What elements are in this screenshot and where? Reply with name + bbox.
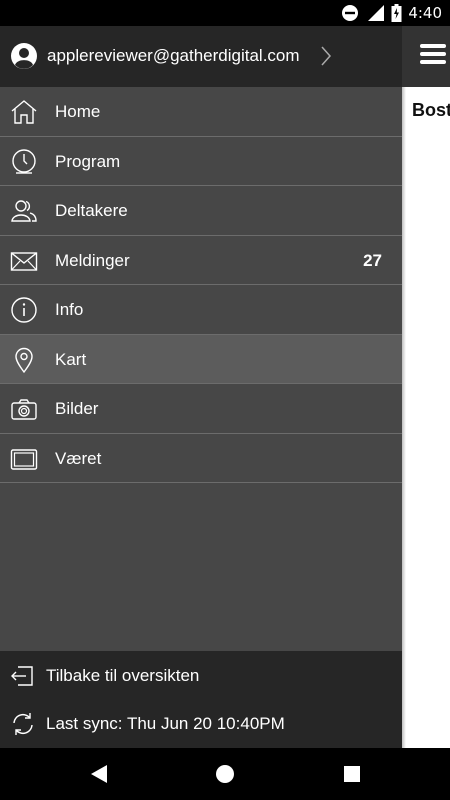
home-button-icon[interactable]: [213, 762, 237, 786]
sync-icon: [13, 713, 33, 735]
status-icons: 4:40: [341, 0, 442, 26]
menu-item-deltakere[interactable]: Deltakere: [0, 186, 402, 236]
drawer-menu: Home Program Deltakere Meldinger 27 Info…: [0, 87, 402, 483]
do-not-disturb-icon: [342, 5, 359, 21]
signal-icon: [368, 5, 385, 21]
menu-item-label: Program: [55, 151, 121, 171]
account-email: applereviewer@gatherdigital.com: [47, 46, 300, 65]
drawer-shadow: [402, 87, 406, 748]
menu-item-kart[interactable]: Kart: [0, 334, 402, 384]
menu-item-label: Været: [55, 448, 102, 468]
system-navigation-bar: [0, 748, 450, 800]
user-avatar-icon: [11, 43, 37, 69]
menu-item-label: Deltakere: [55, 201, 128, 220]
menu-item-info[interactable]: Info: [0, 285, 402, 335]
envelope-icon: [10, 251, 38, 271]
menu-item-label: Home: [55, 102, 101, 121]
menu-item-varet[interactable]: Været: [0, 433, 402, 483]
account-row[interactable]: applereviewer@gatherdigital.com: [0, 26, 402, 87]
battery-icon: [391, 4, 402, 22]
menu-item-home[interactable]: Home: [0, 87, 402, 137]
menu-item-program[interactable]: Program: [0, 136, 402, 186]
chevron-right-icon: [321, 46, 332, 66]
menu-item-label: Meldinger: [55, 250, 130, 270]
menu-item-label: Info: [55, 300, 84, 319]
window-icon: [10, 448, 38, 470]
sync-row[interactable]: Last sync: Thu Jun 20 10:40PM: [0, 699, 402, 747]
hamburger-icon[interactable]: [420, 44, 446, 68]
navigation-drawer: applereviewer@gatherdigital.com Home Pro…: [0, 26, 402, 748]
map-pin-icon: [15, 347, 33, 373]
content-title: Bost: [412, 100, 450, 120]
status-bar: 4:40: [0, 0, 450, 26]
exit-icon: [11, 666, 33, 686]
people-icon: [11, 200, 37, 222]
recents-icon[interactable]: [340, 762, 364, 786]
home-icon: [11, 100, 37, 124]
menu-item-label: Bilder: [55, 399, 99, 418]
menu-item-meldinger[interactable]: Meldinger 27: [0, 235, 402, 285]
drawer-footer: Tilbake til oversikten Last sync: Thu Ju…: [0, 651, 402, 748]
message-count-badge: 27: [363, 250, 382, 270]
back-to-overview-label: Tilbake til oversikten: [46, 666, 200, 685]
camera-icon: [11, 399, 37, 420]
menu-item-label: Kart: [55, 349, 87, 369]
menu-item-bilder[interactable]: Bilder: [0, 384, 402, 434]
last-sync-label: Last sync: Thu Jun 20 10:40PM: [46, 714, 285, 733]
back-icon[interactable]: [87, 762, 111, 786]
status-time: 4:40: [408, 4, 442, 22]
clock-icon: [12, 148, 36, 174]
info-icon: [11, 297, 37, 323]
back-to-overview-button[interactable]: Tilbake til oversikten: [0, 651, 402, 699]
